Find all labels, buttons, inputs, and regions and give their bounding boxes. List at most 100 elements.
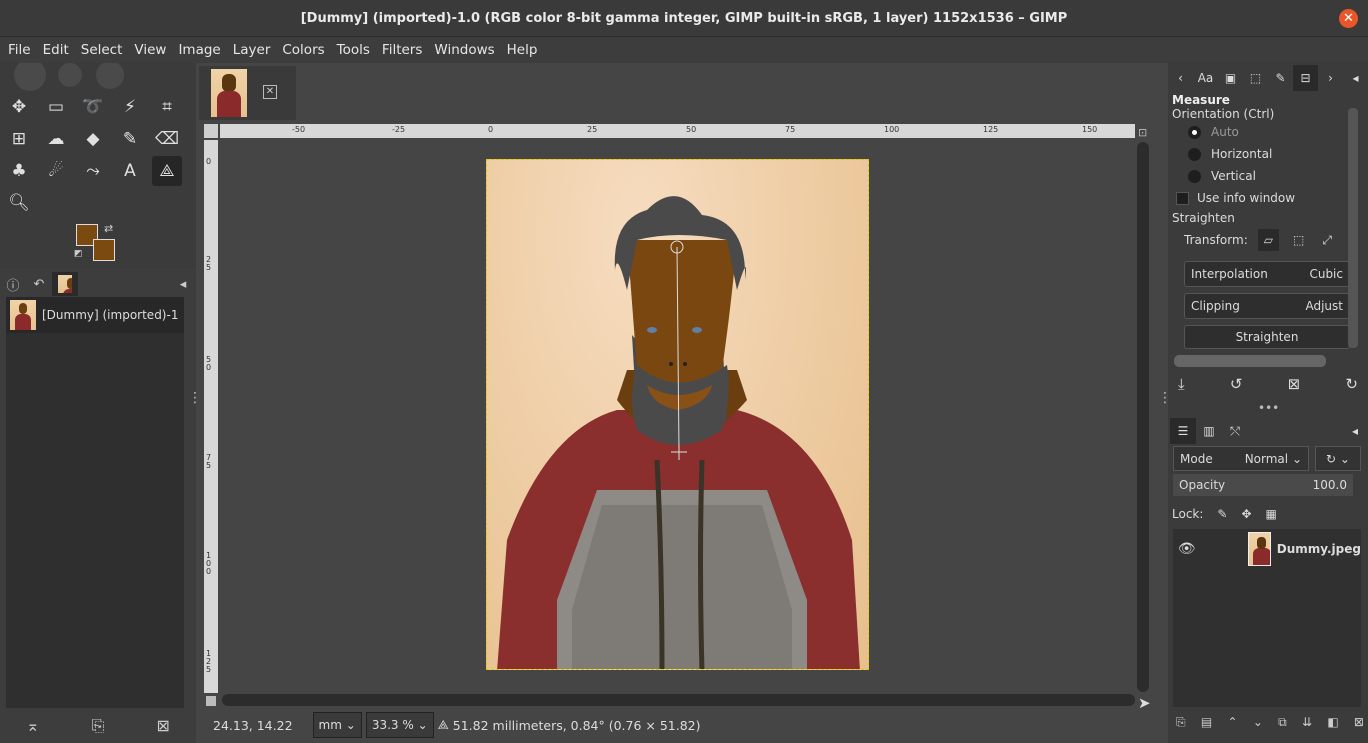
paths-tool-icon[interactable]: ⤳ — [78, 156, 108, 186]
clone-tool-icon[interactable]: ♣ — [4, 156, 34, 186]
mask-layer-icon[interactable]: ◧ — [1327, 715, 1338, 733]
tool-options-hscrollbar[interactable] — [1174, 355, 1326, 367]
orientation-vertical-radio[interactable]: Vertical — [1188, 165, 1346, 187]
tab-layers-icon[interactable]: ☰ — [1170, 418, 1196, 444]
transform-selection-icon[interactable]: ⬚ — [1293, 233, 1304, 247]
lock-pixels-icon[interactable]: ✎ — [1217, 507, 1227, 521]
close-window-button[interactable]: ✕ — [1339, 9, 1358, 28]
image-canvas[interactable] — [486, 159, 869, 670]
tab-tool-options-icon[interactable]: ⊟ — [1293, 65, 1318, 91]
crop-tool-icon[interactable]: ⌗ — [152, 92, 182, 122]
transform-layer-icon[interactable]: ▱ — [1257, 229, 1279, 251]
layer-row[interactable]: 👁︎ Dummy.jpeg — [1173, 529, 1361, 569]
save-preset-icon[interactable]: ⤓ — [1178, 375, 1185, 397]
interpolation-select[interactable]: Interpolation Cubic — [1184, 261, 1350, 287]
reset-options-icon[interactable]: ↻ — [1345, 375, 1358, 397]
unit-select[interactable]: mm ⌄ — [312, 712, 362, 738]
reset-colors-icon[interactable]: ◩ — [74, 249, 83, 259]
lasso-tool-icon[interactable]: ➰ — [78, 92, 108, 122]
orientation-horizontal-radio[interactable]: Horizontal — [1188, 143, 1346, 165]
dock-menu-icon[interactable]: ◂ — [170, 272, 196, 296]
transform-tool-icon[interactable]: ⊞ — [4, 124, 34, 154]
rect-select-tool-icon[interactable]: ▭ — [41, 92, 71, 122]
move-tool-icon[interactable]: ✥ — [4, 92, 34, 122]
delete-preset-icon[interactable]: ⊠ — [1288, 375, 1301, 397]
ruler-corner[interactable] — [204, 124, 218, 138]
paintbrush-tool-icon[interactable]: ✎ — [115, 124, 145, 154]
text-tool-icon[interactable]: A — [115, 156, 145, 186]
lower-layer-icon[interactable]: ⌄ — [1253, 715, 1263, 733]
menu-layer[interactable]: Layer — [227, 42, 277, 58]
tab-fonts-icon[interactable]: Aa — [1193, 65, 1218, 91]
menu-view[interactable]: View — [128, 42, 172, 58]
eraser-tool-icon[interactable]: ⌫ — [152, 124, 182, 154]
opacity-value: 100.0 — [1312, 478, 1347, 492]
menu-image[interactable]: Image — [172, 42, 226, 58]
layer-mode-select[interactable]: Mode Normal ⌄ — [1173, 446, 1309, 471]
orientation-auto-radio[interactable]: Auto — [1188, 121, 1346, 143]
layer-thumbnail — [1248, 532, 1271, 566]
image-tab[interactable]: ✕ — [199, 66, 296, 120]
menu-tools[interactable]: Tools — [331, 42, 376, 58]
menu-windows[interactable]: Windows — [428, 42, 500, 58]
quick-mask-toggle[interactable] — [206, 696, 216, 706]
smudge-tool-icon[interactable]: ☄ — [41, 156, 71, 186]
clipping-select[interactable]: Clipping Adjust — [1184, 293, 1350, 319]
bucket-fill-tool-icon[interactable]: ◆ — [78, 124, 108, 154]
dock-menu-icon[interactable]: ◂ — [1342, 418, 1368, 444]
measure-tool-icon[interactable]: ⟁ — [152, 156, 182, 186]
raise-layer-icon[interactable]: ⌃ — [1227, 715, 1237, 733]
warp-tool-icon[interactable]: ☁ — [41, 124, 71, 154]
zoom-select[interactable]: 33.3 % ⌄ — [365, 712, 434, 738]
tab-patterns-icon[interactable]: ⬚ — [1243, 65, 1268, 91]
use-info-window-checkbox[interactable]: Use info window — [1176, 187, 1346, 209]
swap-colors-icon[interactable]: ⇄ — [104, 222, 113, 235]
raise-view-icon[interactable]: ⌅ — [26, 716, 39, 735]
new-layer-group-icon[interactable]: ⎘ — [1176, 715, 1186, 733]
restore-preset-icon[interactable]: ↺ — [1230, 375, 1243, 397]
delete-layer-icon[interactable]: ⊠ — [1354, 715, 1364, 733]
menu-edit[interactable]: Edit — [37, 42, 75, 58]
left-dock-handle[interactable]: ⋮ — [188, 390, 202, 406]
tab-images-icon[interactable]: ▣ — [1218, 65, 1243, 91]
menu-help[interactable]: Help — [501, 42, 544, 58]
chevron-down-icon: ⌄ — [417, 718, 428, 732]
pane-separator-handle[interactable]: ••• — [1258, 401, 1279, 415]
menu-colors[interactable]: Colors — [276, 42, 330, 58]
visibility-eye-icon[interactable]: 👁︎ — [1173, 541, 1200, 557]
background-color-swatch[interactable] — [93, 239, 115, 261]
scroll-right-icon[interactable]: › — [1318, 65, 1343, 91]
tab-channels-icon[interactable]: ▥ — [1196, 418, 1222, 444]
transform-path-icon[interactable]: ⤢ — [1322, 233, 1332, 248]
duplicate-layer-icon[interactable]: ⧉ — [1278, 715, 1287, 733]
horizontal-scrollbar[interactable] — [222, 694, 1135, 706]
vertical-scrollbar[interactable] — [1137, 142, 1149, 692]
menu-file[interactable]: File — [2, 42, 37, 58]
layer-composite-select[interactable]: ↻ ⌄ — [1315, 446, 1361, 471]
tab-paths-icon[interactable]: ⤲ — [1222, 418, 1248, 444]
new-display-icon[interactable]: ⎘ — [92, 716, 105, 736]
tab-brushes-icon[interactable]: ✎ — [1268, 65, 1293, 91]
new-layer-icon[interactable]: ▤ — [1201, 715, 1212, 733]
delete-image-icon[interactable]: ⊠ — [157, 716, 170, 735]
scroll-left-icon[interactable]: ‹ — [1168, 65, 1193, 91]
menu-select[interactable]: Select — [75, 42, 129, 58]
opacity-spinner[interactable]: Opacity 100.0 — [1173, 474, 1353, 496]
menu-filters[interactable]: Filters — [376, 42, 428, 58]
lock-position-icon[interactable]: ✥ — [1241, 507, 1251, 521]
merge-layer-icon[interactable]: ⇊ — [1302, 715, 1312, 733]
straighten-button[interactable]: Straighten — [1184, 325, 1350, 349]
dock-menu-icon[interactable]: ◂ — [1343, 65, 1368, 91]
tab-undo-history-icon[interactable]: ↶ — [26, 272, 52, 296]
fuzzy-select-tool-icon[interactable]: ⚡ — [115, 92, 145, 122]
close-image-tab-icon[interactable]: ✕ — [263, 85, 277, 99]
zoom-tool-icon[interactable]: 🔍︎ — [4, 188, 34, 218]
zoom-to-fit-icon[interactable]: ⊡ — [1138, 126, 1147, 139]
horizontal-ruler[interactable]: -50 -25 0 25 50 75 100 125 150 — [220, 124, 1135, 138]
lock-alpha-icon[interactable]: ▦ — [1266, 507, 1277, 521]
tool-options-scrollbar[interactable] — [1348, 108, 1358, 348]
tab-images-icon[interactable] — [52, 272, 78, 296]
vertical-ruler[interactable]: 0 2 5 5 0 7 5 1 0 0 1 2 5 — [204, 140, 218, 693]
tab-tool-options-icon[interactable]: ⓘ — [0, 272, 26, 296]
list-item[interactable]: [Dummy] (imported)-1 — [6, 297, 184, 333]
